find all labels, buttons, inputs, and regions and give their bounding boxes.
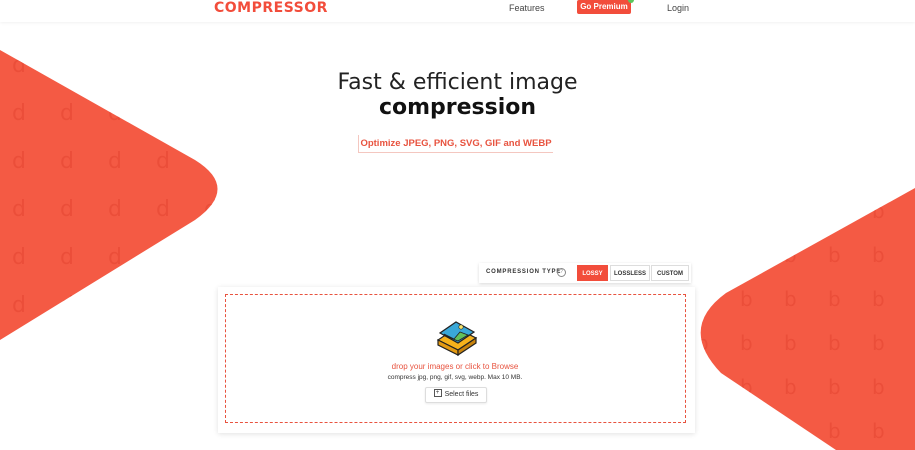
- go-premium-button[interactable]: Go Premium: [577, 0, 634, 14]
- compression-type-label: COMPRESSION TYPE: [486, 269, 562, 275]
- hero-title-line1: Fast & efficient image: [337, 70, 578, 95]
- premium-badge-dot: [628, 0, 634, 3]
- nav-features-link[interactable]: Features: [509, 3, 545, 13]
- select-files-button[interactable]: + Select files: [425, 387, 487, 403]
- plus-icon: +: [433, 389, 442, 398]
- logo-text: OMPRESSOR: [224, 0, 328, 16]
- lossy-option-button[interactable]: LOSSY: [577, 265, 608, 281]
- compression-type-selector: COMPRESSION TYPE ? LOSSY LOSSLESS CUSTOM: [479, 263, 691, 283]
- info-icon[interactable]: ?: [557, 268, 566, 277]
- compressor-logo[interactable]: COMPRESSOR: [214, 0, 328, 16]
- formats-tagline: Optimize JPEG, PNG, SVG, GIF and WEBP: [358, 135, 553, 153]
- logo-initial: C: [214, 0, 225, 16]
- lossless-option-button[interactable]: LOSSLESS: [610, 265, 650, 281]
- go-premium-label: Go Premium: [580, 2, 628, 11]
- top-navbar: COMPRESSOR Features Go Premium Login: [0, 0, 915, 22]
- dropzone-title: drop your images or click to Browse: [391, 362, 519, 371]
- dropzone-subtitle: compress jpg, png, gif, svg, webp. Max 1…: [387, 374, 523, 381]
- custom-option-button[interactable]: CUSTOM: [651, 265, 689, 281]
- nav-login-link[interactable]: Login: [667, 3, 689, 13]
- right-decorative-shape: b: [700, 188, 915, 450]
- upload-card: drop your images or click to Browse comp…: [218, 287, 695, 433]
- page: d b COMPRESSOR Features Go Premium Login…: [0, 0, 915, 450]
- select-files-label: Select files: [444, 391, 479, 398]
- image-dropzone[interactable]: drop your images or click to Browse comp…: [225, 294, 686, 423]
- image-stack-icon: [436, 321, 478, 357]
- hero-title-line2: compression: [378, 95, 537, 120]
